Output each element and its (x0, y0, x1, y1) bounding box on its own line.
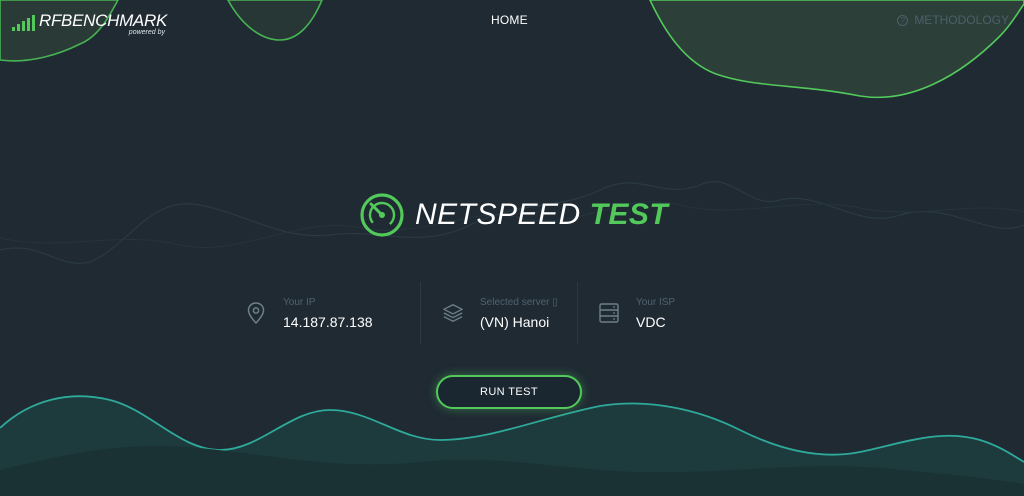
info-divider (577, 282, 578, 344)
nav-home-link[interactable]: HOME (491, 13, 528, 27)
question-icon: ? (897, 14, 909, 26)
rfbenchmark-logo[interactable]: RFBENCHMARK powered by (12, 12, 167, 36)
ip-value: 14.187.87.138 (283, 313, 373, 330)
info-selected-server[interactable]: Selected server ▯ (VN) Hanoi (442, 282, 558, 344)
server-label: Selected server ▯ (480, 297, 558, 308)
netspeed-test-title: NETSPEED TEST (359, 192, 668, 238)
speedometer-icon (360, 193, 404, 237)
server-value[interactable]: (VN) Hanoi (480, 314, 558, 330)
logo-name: RFBENCHMARK (39, 11, 167, 30)
ip-label: Your IP (283, 296, 316, 308)
background-waves (0, 0, 1024, 496)
isp-label: Your ISP (636, 296, 676, 308)
info-divider (420, 282, 421, 344)
server-icon (598, 300, 620, 326)
run-test-button[interactable]: RUN TEST (436, 375, 582, 409)
nav-methodology-label: METHODOLOGY (914, 13, 1009, 27)
title-netspeed: NETSPEED (415, 198, 581, 231)
server-label-text: Selected server (480, 296, 550, 308)
location-pin-icon (245, 300, 267, 326)
logo-powered-by: powered by (128, 29, 165, 36)
server-label-icon: ▯ (552, 296, 558, 308)
layers-icon (442, 300, 464, 326)
info-your-ip: Your IP 14.187.87.138 (245, 282, 373, 344)
signal-bars-icon (12, 15, 35, 31)
isp-value: VDC (636, 313, 666, 330)
nav-methodology-link[interactable]: ? METHODOLOGY (897, 13, 1009, 27)
top-center-wave (227, 0, 323, 41)
info-your-isp: Your ISP VDC (598, 282, 675, 344)
title-test: TEST (589, 198, 669, 231)
